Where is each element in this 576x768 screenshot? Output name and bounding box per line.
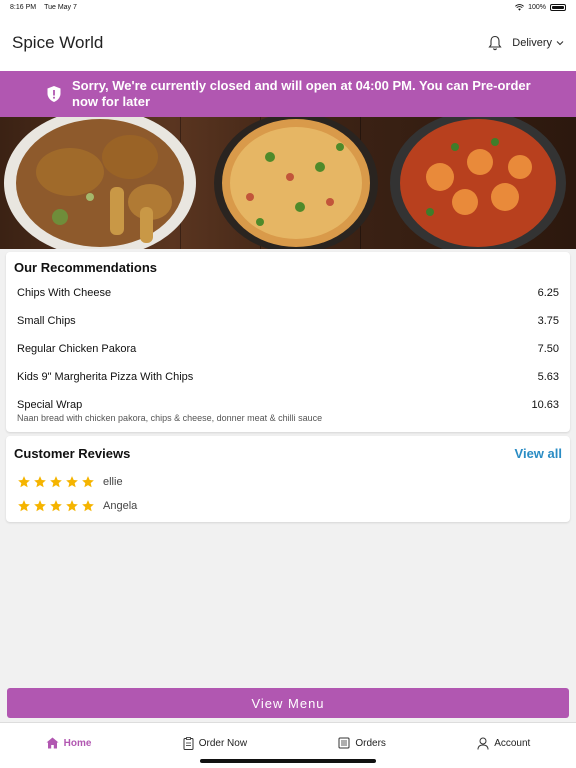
- rating-stars: [17, 475, 95, 489]
- item-price: 5.63: [537, 371, 559, 383]
- item-description: Naan bread with chicken pakora, chips & …: [17, 413, 323, 423]
- star-icon: [66, 500, 78, 512]
- item-price: 6.25: [537, 287, 559, 299]
- reviewer-name: Angela: [103, 500, 138, 512]
- account-icon: [477, 737, 489, 750]
- chevron-down-icon: [556, 40, 564, 45]
- item-name: Kids 9" Margherita Pizza With Chips: [17, 371, 194, 383]
- star-icon: [66, 476, 78, 488]
- star-icon: [50, 476, 62, 488]
- recommendation-item[interactable]: Kids 9" Margherita Pizza With Chips 5.63: [14, 371, 562, 383]
- home-indicator: [200, 759, 376, 763]
- tab-home[interactable]: Home: [46, 737, 92, 749]
- shield-alert-icon: [47, 86, 61, 102]
- rating-stars: [17, 499, 95, 513]
- recommendation-item[interactable]: Chips With Cheese 6.25: [14, 287, 562, 299]
- item-name: Regular Chicken Pakora: [17, 343, 137, 355]
- home-icon: [46, 737, 59, 749]
- banner-text: Sorry, We're currently closed and will o…: [72, 78, 531, 109]
- status-date: Tue May 7: [44, 3, 77, 11]
- orders-icon: [338, 737, 350, 749]
- order-icon: [183, 737, 194, 750]
- star-icon: [82, 500, 94, 512]
- reviewer-name: ellie: [103, 476, 123, 488]
- star-icon: [50, 500, 62, 512]
- tab-label: Account: [494, 738, 531, 749]
- recommendations-card: Our Recommendations Chips With Cheese 6.…: [6, 252, 570, 432]
- star-icon: [18, 500, 30, 512]
- review-item: Angela: [14, 499, 562, 513]
- delivery-label: Delivery: [512, 36, 552, 49]
- tab-orders[interactable]: Orders: [338, 737, 386, 749]
- recommendation-item[interactable]: Small Chips 3.75: [14, 315, 562, 327]
- closed-banner: Sorry, We're currently closed and will o…: [0, 71, 576, 117]
- status-time: 8:16 PM: [10, 3, 37, 11]
- tab-label: Orders: [355, 737, 386, 749]
- delivery-selector[interactable]: Delivery: [512, 37, 564, 49]
- view-menu-button[interactable]: View Menu: [7, 688, 569, 718]
- star-icon: [34, 500, 46, 512]
- view-all-reviews-link[interactable]: View all: [515, 446, 562, 461]
- item-name: Special Wrap: [17, 399, 83, 411]
- item-price: 3.75: [537, 315, 559, 327]
- recommendation-item[interactable]: Special Wrap Naan bread with chicken pak…: [14, 399, 562, 423]
- star-icon: [34, 476, 46, 488]
- review-item: ellie: [14, 475, 562, 489]
- item-price: 10.63: [531, 399, 559, 411]
- star-icon: [82, 476, 94, 488]
- recommendation-item[interactable]: Regular Chicken Pakora 7.50: [14, 343, 562, 355]
- tab-account[interactable]: Account: [477, 737, 530, 750]
- tab-label: Order Now: [198, 738, 248, 749]
- item-name: Chips With Cheese: [17, 287, 112, 299]
- food-hero-image: [0, 117, 576, 249]
- tab-order-now[interactable]: Order Now: [183, 737, 247, 750]
- tab-label: Home: [63, 737, 92, 749]
- reviews-card: Customer Reviews View all ellie Angela: [6, 436, 570, 522]
- status-bar: 8:16 PM Tue May 7 100%: [0, 0, 576, 14]
- restaurant-title: Spice World: [12, 32, 104, 52]
- bell-icon[interactable]: [488, 35, 502, 51]
- battery-percent: 100%: [528, 3, 546, 11]
- item-name: Small Chips: [17, 315, 76, 327]
- battery-icon: [550, 3, 566, 11]
- item-price: 7.50: [537, 343, 559, 355]
- recommendations-title: Our Recommendations: [14, 260, 158, 275]
- star-icon: [18, 476, 30, 488]
- wifi-icon: [515, 3, 525, 11]
- app-header: Spice World Delivery: [0, 14, 576, 71]
- reviews-title: Customer Reviews: [14, 446, 131, 461]
